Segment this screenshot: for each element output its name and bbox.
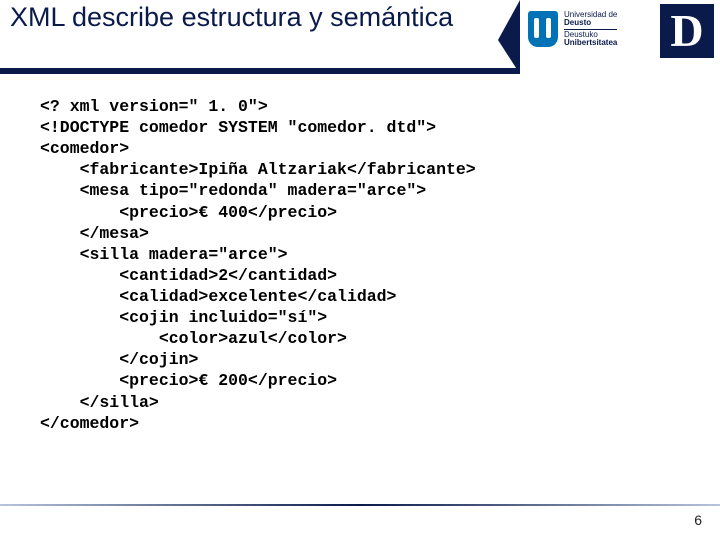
footer-divider [0,504,720,506]
logo-letter: D [660,4,714,58]
shield-icon [528,11,558,47]
xml-code-block: <? xml version=" 1. 0"> <!DOCTYPE comedo… [40,96,476,434]
slide-title: XML describe estructura y semántica [10,2,453,33]
university-text: Universidad de Deusto Deustuko Unibertsi… [564,11,617,48]
page-number: 6 [694,512,702,528]
slide-header: XML describe estructura y semántica Univ… [0,0,720,74]
university-logo: Universidad de Deusto Deustuko Unibertsi… [520,0,720,74]
